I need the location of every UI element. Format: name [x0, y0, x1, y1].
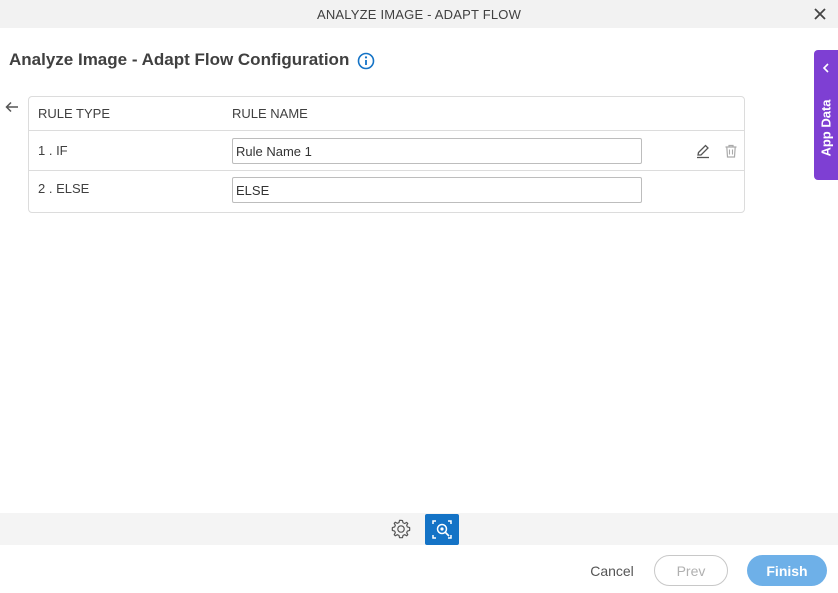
chevron-left-icon [822, 63, 829, 73]
table-row: 1 . IF [29, 130, 744, 170]
delete-icon[interactable] [723, 143, 739, 159]
rule-name-input[interactable] [232, 138, 642, 164]
app-data-label: App Data [818, 99, 834, 157]
prev-button[interactable]: Prev [654, 555, 728, 586]
info-icon[interactable] [357, 52, 375, 70]
bottom-toolbar [0, 513, 838, 545]
window-title: ANALYZE IMAGE - ADAPT FLOW [316, 7, 522, 22]
close-icon[interactable] [812, 6, 828, 22]
cancel-button[interactable]: Cancel [587, 562, 637, 580]
app-data-panel-toggle[interactable]: App Data [814, 50, 838, 180]
rules-table: RULE TYPE RULE NAME 1 . IF 2 . ELSE [28, 96, 745, 213]
back-arrow-icon[interactable] [4, 99, 20, 115]
rule-name-input[interactable] [232, 177, 642, 203]
analyze-image-icon [432, 520, 452, 539]
finish-button[interactable]: Finish [747, 555, 827, 586]
column-header-rule-name: RULE NAME [232, 106, 308, 121]
table-row: 2 . ELSE [29, 170, 744, 212]
rule-type-cell: 1 . IF [38, 143, 68, 158]
page-title: Analyze Image - Adapt Flow Configuration [9, 50, 350, 69]
window-titlebar: ANALYZE IMAGE - ADAPT FLOW [0, 0, 838, 28]
column-header-rule-type: RULE TYPE [38, 106, 111, 121]
settings-icon[interactable] [390, 518, 412, 540]
edit-icon[interactable] [695, 143, 711, 159]
analyze-image-button[interactable] [425, 514, 459, 545]
rule-type-cell: 2 . ELSE [38, 181, 90, 196]
